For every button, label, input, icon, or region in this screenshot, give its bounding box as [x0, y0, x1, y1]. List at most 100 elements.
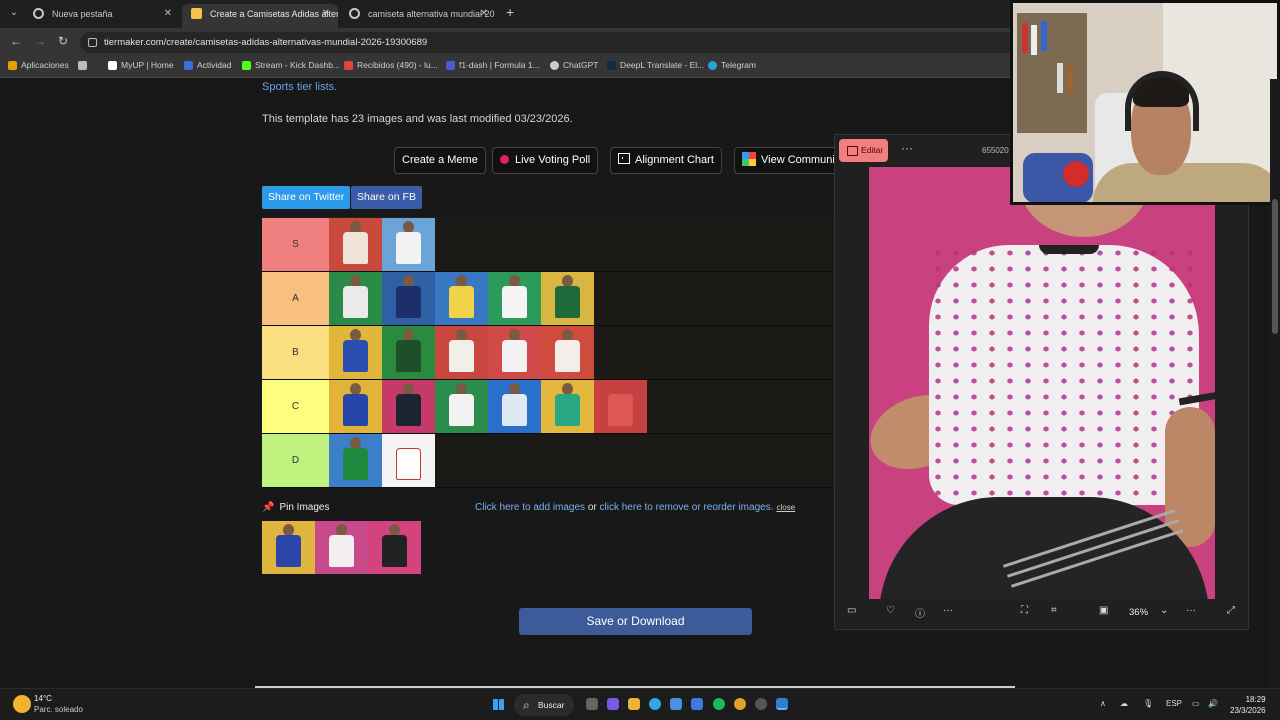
tier-image[interactable] [488, 272, 541, 325]
address-bar[interactable]: tiermaker.com/create/camisetas-adidas-al… [80, 32, 1015, 53]
pin-label-text: Pin Images [279, 502, 330, 513]
close-link[interactable]: close [776, 503, 795, 512]
info-icon[interactable]: ⓘ [915, 605, 925, 620]
file-explorer-icon[interactable] [628, 698, 640, 710]
close-icon[interactable]: ✕ [164, 4, 172, 24]
share-twitter-button[interactable]: Share on Twitter [262, 186, 351, 209]
photos-icon[interactable] [776, 698, 788, 710]
bookmark-kick[interactable]: Stream - Kick Dashb... [242, 60, 340, 70]
mail-icon[interactable] [691, 698, 703, 710]
alignment-chart-button[interactable]: Alignment Chart [610, 147, 722, 174]
volume-icon[interactable]: 🔊 [1208, 699, 1218, 708]
tier-image[interactable] [329, 380, 382, 433]
bookmark-actividad[interactable]: Actividad [184, 60, 232, 70]
tier-image[interactable] [382, 326, 435, 379]
spotify-icon[interactable] [713, 698, 725, 710]
filmstrip-icon[interactable]: ▭ [847, 605, 856, 616]
bookmark-telegram[interactable]: Telegram [708, 60, 756, 70]
tier-image[interactable] [382, 272, 435, 325]
tier-image[interactable] [382, 218, 435, 271]
crop-icon[interactable]: ⛶ [1021, 605, 1028, 616]
bookmark-f1dash[interactable]: f1-dash | Formula 1... [446, 60, 540, 70]
template-info: This template has 23 images and was last… [262, 113, 573, 125]
reload-icon[interactable]: ↻ [58, 34, 68, 48]
tier-image[interactable] [329, 218, 382, 271]
pin-icon[interactable]: 📌 [262, 502, 274, 513]
share-fb-button[interactable]: Share on FB [351, 186, 422, 209]
forward-icon[interactable]: → [34, 34, 46, 48]
more-icon[interactable]: ··· [1186, 605, 1196, 616]
chevron-up-icon[interactable]: ∧ [1100, 699, 1106, 708]
pinned-image[interactable] [262, 521, 315, 574]
start-icon[interactable] [493, 699, 504, 710]
favorite-icon[interactable]: ♡ [886, 605, 895, 616]
chevron-down-icon[interactable]: ⌄ [1160, 605, 1168, 616]
clock[interactable]: 18:29 23/3/2026 [1230, 694, 1266, 716]
tier-image[interactable] [488, 380, 541, 433]
tier-label[interactable]: S [262, 218, 329, 271]
tier-label[interactable]: C [262, 380, 329, 433]
tier-image[interactable] [435, 326, 488, 379]
bookmark-deepl[interactable]: DeepL Translate - El... [607, 60, 704, 70]
weather-icon[interactable] [13, 695, 31, 713]
tier-image[interactable] [541, 272, 594, 325]
live-voting-button[interactable]: Live Voting Poll [492, 147, 599, 174]
sports-tier-lists-link[interactable]: Sports tier lists. [262, 81, 337, 93]
tier-image[interactable] [541, 380, 594, 433]
tier-label[interactable]: B [262, 326, 329, 379]
tier-image[interactable] [329, 326, 382, 379]
tier-image[interactable] [594, 380, 647, 433]
bookmark-myup[interactable]: MyUP | Home [108, 60, 174, 70]
add-images-link[interactable]: Click here to add images [475, 502, 585, 513]
new-tab-icon[interactable]: + [506, 4, 514, 20]
tier-image[interactable] [382, 434, 435, 487]
tier-label[interactable]: A [262, 272, 329, 325]
fit-icon[interactable]: ▣ [1099, 605, 1108, 616]
deepl-icon [607, 61, 616, 70]
tab-search-icon[interactable]: ⌄ [6, 5, 22, 21]
microphone-icon[interactable]: 🎙 [1143, 699, 1153, 708]
view-community-button[interactable]: View Communi [734, 147, 834, 174]
tier-image[interactable] [329, 434, 382, 487]
site-info-icon[interactable] [88, 38, 97, 47]
onedrive-icon[interactable]: ☁ [1120, 699, 1128, 708]
bookmark-chatgpt[interactable]: ChatGPT [550, 60, 598, 70]
tier-image[interactable] [435, 380, 488, 433]
pinned-image[interactable] [368, 521, 421, 574]
tier-image[interactable] [488, 326, 541, 379]
edit-button[interactable]: Editar [839, 139, 888, 162]
chrome-icon[interactable] [734, 698, 746, 710]
tab-tiermaker[interactable]: Create a Camisetas Adidas alter ✕ [182, 4, 338, 28]
close-icon[interactable]: ✕ [480, 4, 488, 24]
remove-images-link[interactable]: click here to remove or reorder images. [600, 502, 774, 513]
pinned-image[interactable] [315, 521, 368, 574]
display-icon[interactable]: ▭ [1192, 699, 1200, 708]
tier-image[interactable] [382, 380, 435, 433]
save-download-button[interactable]: Save or Download [519, 608, 752, 635]
settings-icon[interactable] [755, 698, 767, 710]
more-icon[interactable]: ··· [943, 605, 953, 616]
copilot-icon[interactable] [607, 698, 619, 710]
close-icon[interactable]: ✕ [322, 4, 330, 24]
edge-icon[interactable] [649, 698, 661, 710]
zoom-level[interactable]: 36% [1129, 607, 1148, 618]
create-meme-button[interactable]: Create a Meme [394, 147, 486, 174]
tier-image[interactable] [329, 272, 382, 325]
bookmark-apps[interactable]: Aplicaciones [8, 60, 69, 70]
bookmark-gmail[interactable]: Recibidos (490) - lu... [344, 60, 438, 70]
back-icon[interactable]: ← [10, 34, 22, 48]
taskbar-search[interactable]: Buscar [514, 694, 574, 716]
tier-image[interactable] [435, 272, 488, 325]
visual-search-icon[interactable]: ⌗ [1051, 605, 1057, 616]
fullscreen-icon[interactable]: ⤢ [1227, 605, 1235, 616]
more-icon[interactable]: ··· [901, 141, 913, 155]
store-icon[interactable] [670, 698, 682, 710]
tab-google-search[interactable]: camiseta alternativa mundial 20 ✕ [340, 4, 496, 28]
task-view-icon[interactable] [586, 698, 598, 710]
language-indicator[interactable]: ESP [1166, 699, 1182, 708]
tier-image[interactable] [541, 326, 594, 379]
tab-new[interactable]: Nueva pestaña ✕ [24, 4, 180, 28]
scrollbar-thumb[interactable] [1272, 199, 1278, 334]
page-scrollbar[interactable] [1270, 79, 1280, 688]
tier-label[interactable]: D [262, 434, 329, 487]
